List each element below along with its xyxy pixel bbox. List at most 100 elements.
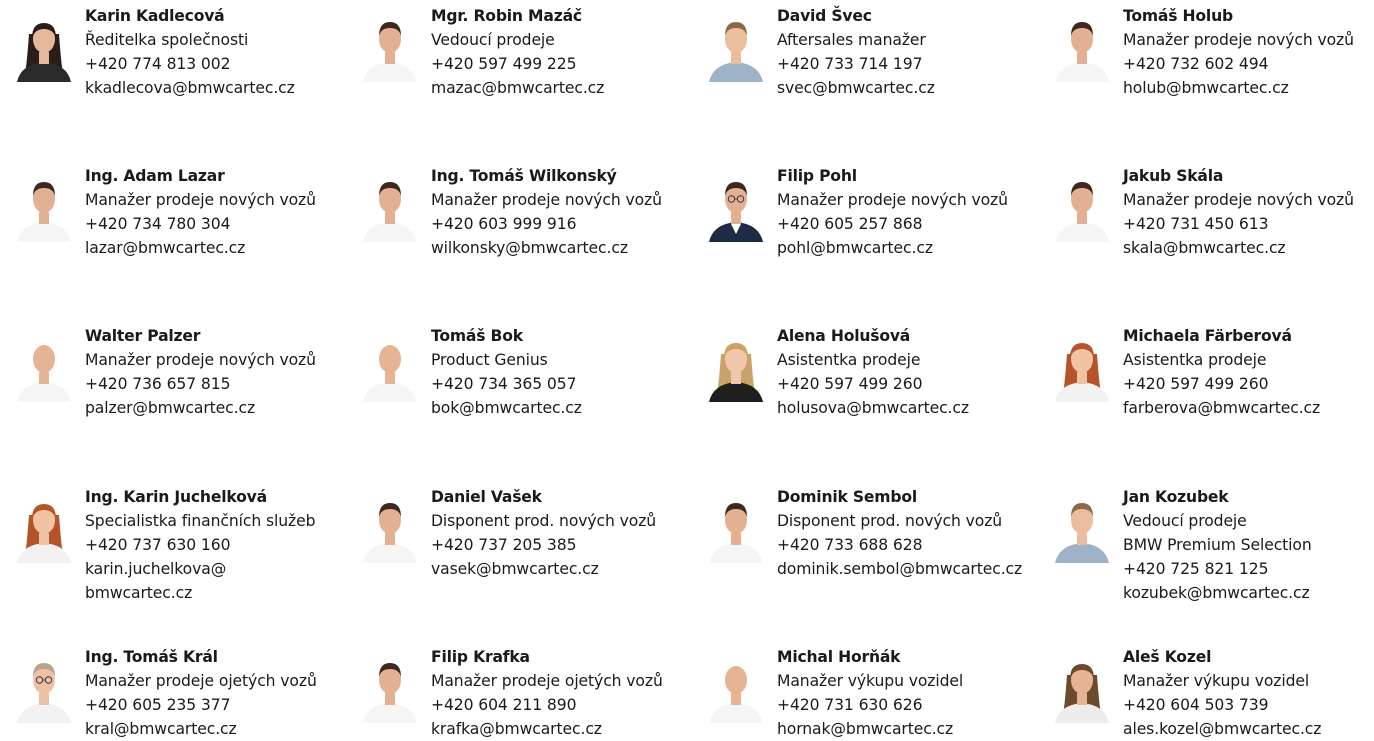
contact-name: Tomáš Holub — [1123, 7, 1233, 25]
portrait-photo — [359, 493, 421, 563]
contact-name: Daniel Vašek — [431, 488, 542, 506]
contact-phone[interactable]: +420 605 235 377 — [85, 693, 317, 717]
contact-phone[interactable]: +420 604 503 739 — [1123, 693, 1321, 717]
contact-name: Ing. Tomáš Král — [85, 648, 218, 666]
contact-role: Asistentka prodeje — [777, 351, 921, 369]
contact-role: Specialistka finančních služeb — [85, 512, 316, 530]
contact-email[interactable]: pohl@bmwcartec.cz — [777, 236, 1008, 260]
contact-email[interactable]: holusova@bmwcartec.cz — [777, 396, 969, 420]
portrait-photo — [705, 172, 767, 242]
contact-name: Aleš Kozel — [1123, 648, 1212, 666]
contact-phone[interactable]: +420 731 630 626 — [777, 693, 963, 717]
contact-phone[interactable]: +420 737 205 385 — [431, 533, 656, 557]
contact-name: Dominik Sembol — [777, 488, 917, 506]
contact-email[interactable]: farberova@bmwcartec.cz — [1123, 396, 1320, 420]
contact-phone[interactable]: +420 731 450 613 — [1123, 212, 1354, 236]
portrait-photo — [359, 12, 421, 82]
contact-email[interactable]: lazar@bmwcartec.cz — [85, 236, 316, 260]
portrait-photo — [1051, 12, 1113, 82]
portrait-photo — [13, 493, 75, 563]
contact-email[interactable]: vasek@bmwcartec.cz — [431, 557, 656, 581]
contact-role: Disponent prod. nových vozů — [431, 512, 657, 530]
contact-phone[interactable]: +420 604 211 890 — [431, 693, 663, 717]
contact-card: Ing. Tomáš Wilkonský Manažer prodeje nov… — [359, 164, 662, 260]
contact-card: Michaela Färberová Asistentka prodeje +4… — [1051, 324, 1320, 420]
contact-card: Jan Kozubek Vedoucí prodeje BMW Premium … — [1051, 485, 1312, 605]
contact-card: Ing. Karin Juchelková Specialistka finan… — [13, 485, 315, 605]
contact-card: Filip Krafka Manažer prodeje ojetých voz… — [359, 645, 663, 741]
contact-card: Ing. Tomáš Král Manažer prodeje ojetých … — [13, 645, 317, 741]
contact-email[interactable]: hornak@bmwcartec.cz — [777, 717, 963, 741]
contact-role-secondary: BMW Premium Selection — [1123, 536, 1312, 554]
contact-email[interactable]: palzer@bmwcartec.cz — [85, 396, 316, 420]
contact-card: Ing. Adam Lazar Manažer prodeje nových v… — [13, 164, 316, 260]
contact-card: Alena Holušová Asistentka prodeje +420 5… — [705, 324, 969, 420]
contact-name: Michaela Färberová — [1123, 327, 1292, 345]
portrait-photo — [1051, 332, 1113, 402]
contact-name: Filip Pohl — [777, 167, 857, 185]
contact-email[interactable]: dominik.sembol@bmwcartec.cz — [777, 557, 1022, 581]
portrait-photo — [13, 12, 75, 82]
contact-phone[interactable]: +420 733 714 197 — [777, 52, 935, 76]
contact-email[interactable]: kral@bmwcartec.cz — [85, 717, 317, 741]
contact-name: Mgr. Robin Mazáč — [431, 7, 582, 25]
contact-phone[interactable]: +420 736 657 815 — [85, 372, 316, 396]
contact-email[interactable]: karin.juchelkova@ bmwcartec.cz — [85, 557, 315, 605]
portrait-photo — [13, 172, 75, 242]
contact-name: Karin Kadlecová — [85, 7, 225, 25]
portrait-photo — [705, 493, 767, 563]
contact-phone[interactable]: +420 725 821 125 — [1123, 557, 1312, 581]
portrait-photo — [705, 12, 767, 82]
contact-phone[interactable]: +420 774 813 002 — [85, 52, 295, 76]
contact-email[interactable]: mazac@bmwcartec.cz — [431, 76, 604, 100]
contact-role: Manažer prodeje nových vozů — [1123, 31, 1354, 49]
portrait-photo — [1051, 653, 1113, 723]
portrait-photo — [359, 332, 421, 402]
portrait-photo — [13, 653, 75, 723]
contact-email[interactable]: ales.kozel@bmwcartec.cz — [1123, 717, 1321, 741]
contact-card: Tomáš Bok Product Genius +420 734 365 05… — [359, 324, 582, 420]
contact-role: Manažer prodeje ojetých vozů — [85, 672, 317, 690]
contact-name: David Švec — [777, 7, 872, 25]
contact-name: Jakub Skála — [1123, 167, 1224, 185]
contact-phone[interactable]: +420 732 602 494 — [1123, 52, 1354, 76]
contact-email[interactable]: bok@bmwcartec.cz — [431, 396, 582, 420]
contact-phone[interactable]: +420 597 499 260 — [777, 372, 969, 396]
contact-email[interactable]: kkadlecova@bmwcartec.cz — [85, 76, 295, 100]
contact-name: Ing. Tomáš Wilkonský — [431, 167, 617, 185]
contact-phone[interactable]: +420 597 499 260 — [1123, 372, 1320, 396]
contact-role: Asistentka prodeje — [1123, 351, 1267, 369]
contact-phone[interactable]: +420 734 365 057 — [431, 372, 582, 396]
contact-name: Alena Holušová — [777, 327, 911, 345]
portrait-photo — [359, 172, 421, 242]
contact-name: Ing. Karin Juchelková — [85, 488, 267, 506]
contact-card: Walter Palzer Manažer prodeje nových voz… — [13, 324, 316, 420]
contact-email[interactable]: skala@bmwcartec.cz — [1123, 236, 1354, 260]
contact-role: Manažer prodeje nových vozů — [85, 191, 316, 209]
contact-name: Michal Horňák — [777, 648, 901, 666]
contact-role: Vedoucí prodeje — [431, 31, 555, 49]
contact-name: Tomáš Bok — [431, 327, 523, 345]
contact-phone[interactable]: +420 734 780 304 — [85, 212, 316, 236]
contact-role: Product Genius — [431, 351, 548, 369]
contact-name: Ing. Adam Lazar — [85, 167, 225, 185]
portrait-photo — [359, 653, 421, 723]
contact-card: Mgr. Robin Mazáč Vedoucí prodeje +420 59… — [359, 4, 604, 100]
contact-phone[interactable]: +420 605 257 868 — [777, 212, 1008, 236]
contact-phone[interactable]: +420 597 499 225 — [431, 52, 604, 76]
contact-email[interactable]: holub@bmwcartec.cz — [1123, 76, 1354, 100]
contact-email[interactable]: svec@bmwcartec.cz — [777, 76, 935, 100]
contact-role: Manažer výkupu vozidel — [1123, 672, 1310, 690]
portrait-photo — [1051, 172, 1113, 242]
contact-role: Manažer prodeje nových vozů — [1123, 191, 1354, 209]
contact-phone[interactable]: +420 603 999 916 — [431, 212, 662, 236]
contact-email[interactable]: kozubek@bmwcartec.cz — [1123, 581, 1312, 605]
contact-card: Filip Pohl Manažer prodeje nových vozů +… — [705, 164, 1008, 260]
contact-role: Disponent prod. nových vozů — [777, 512, 1003, 530]
contact-phone[interactable]: +420 737 630 160 — [85, 533, 315, 557]
contact-email[interactable]: wilkonsky@bmwcartec.cz — [431, 236, 662, 260]
contact-email[interactable]: krafka@bmwcartec.cz — [431, 717, 663, 741]
portrait-photo — [13, 332, 75, 402]
contact-phone[interactable]: +420 733 688 628 — [777, 533, 1022, 557]
contact-role: Manažer prodeje nových vozů — [85, 351, 316, 369]
